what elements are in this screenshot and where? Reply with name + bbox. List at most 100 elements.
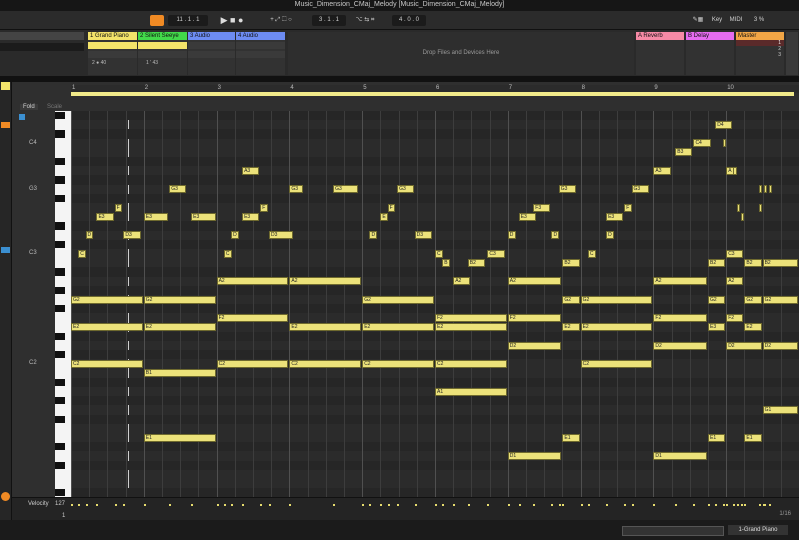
midi-note[interactable]: D — [85, 231, 94, 240]
midi-note[interactable] — [758, 185, 762, 194]
return-reverb[interactable]: A Reverb — [636, 32, 684, 75]
midi-note[interactable]: F2 — [726, 314, 744, 322]
velocity-marker[interactable] — [114, 504, 117, 506]
midi-note[interactable]: C2 — [580, 360, 653, 368]
song-position[interactable]: 11 . 1 . 1 — [168, 15, 208, 26]
midi-note[interactable]: C — [223, 249, 232, 258]
midi-note[interactable]: G2 — [143, 295, 216, 304]
clip-slot[interactable] — [236, 51, 285, 58]
midi-note[interactable]: B2 — [762, 258, 798, 267]
note-grid[interactable]: D4 C4 B3 A3 A3 A G3 G3 G3 G3 G3 G3 F F F F3 F E3 E3 E3 E3 E E3… — [71, 111, 799, 497]
midi-note[interactable]: C2 — [289, 360, 362, 368]
piano-keys[interactable] — [55, 111, 71, 497]
track-title[interactable]: 1 Grand Piano — [88, 32, 137, 40]
midi-note[interactable]: F2 — [507, 314, 562, 322]
velocity-marker[interactable] — [96, 504, 99, 506]
clip-slot[interactable] — [138, 42, 187, 49]
midi-note[interactable]: C4 — [693, 139, 711, 148]
midi-note[interactable]: D — [606, 231, 614, 240]
velocity-marker[interactable] — [580, 504, 583, 506]
black-key[interactable] — [55, 489, 65, 497]
return-delay[interactable]: B Delay — [686, 32, 734, 75]
midi-note[interactable]: G3 — [289, 185, 303, 194]
midi-note[interactable]: D3 — [123, 231, 141, 240]
velocity-marker[interactable] — [487, 504, 490, 506]
browser-field[interactable] — [0, 43, 84, 51]
black-key[interactable] — [55, 397, 65, 405]
black-key[interactable] — [55, 461, 65, 469]
velocity-marker[interactable] — [216, 504, 219, 506]
track-audio-4[interactable]: 4 Audio — [236, 32, 285, 75]
velocity-marker[interactable] — [380, 504, 383, 506]
midi-note[interactable]: E1 — [562, 433, 580, 442]
velocity-marker[interactable] — [85, 504, 88, 506]
track-title[interactable]: A Reverb — [636, 32, 684, 40]
loop-start[interactable]: 3 . 1 . 1 — [312, 15, 346, 26]
midi-note[interactable]: G2 — [580, 295, 653, 304]
midi-note[interactable]: C2 — [216, 360, 289, 368]
midi-note[interactable]: A3 — [653, 166, 671, 175]
velocity-marker[interactable] — [693, 504, 696, 506]
midi-note[interactable]: G2 — [71, 295, 143, 304]
velocity-marker[interactable] — [624, 504, 627, 506]
midi-note[interactable]: G3 — [333, 185, 358, 194]
midi-note[interactable]: D2 — [726, 341, 762, 350]
midi-note[interactable]: D — [231, 231, 239, 240]
velocity-marker[interactable] — [715, 504, 718, 506]
black-key[interactable] — [55, 176, 65, 184]
midi-note[interactable]: E1 — [744, 433, 762, 442]
midi-note[interactable]: B3 — [675, 148, 693, 157]
draw-tools[interactable]: + ⤢ ⬚ ○ — [256, 15, 306, 26]
clip-color-swatch[interactable] — [1, 82, 10, 90]
velocity-marker[interactable] — [260, 504, 263, 506]
midi-note[interactable]: C3 — [726, 249, 744, 258]
midi-note[interactable]: A1 — [435, 387, 507, 396]
scale-button[interactable]: Scale — [44, 104, 65, 110]
midi-note[interactable]: G1 — [762, 406, 798, 414]
midi-note[interactable]: E2 — [435, 323, 507, 332]
master-track[interactable]: Master 1 2 3 — [736, 32, 784, 75]
velocity-marker[interactable] — [769, 504, 772, 506]
track-audio-3[interactable]: 3 Audio — [188, 32, 235, 75]
midi-note[interactable]: G2 — [562, 295, 580, 304]
velocity-marker[interactable] — [143, 504, 146, 506]
velocity-marker[interactable] — [631, 504, 634, 506]
clip-slot[interactable] — [138, 51, 187, 58]
black-key[interactable] — [55, 305, 65, 313]
velocity-marker[interactable] — [708, 504, 710, 506]
midi-note[interactable]: G2 — [744, 295, 762, 304]
velocity-marker[interactable] — [467, 504, 470, 506]
velocity-marker[interactable] — [737, 504, 740, 506]
fold-button[interactable]: Fold — [20, 104, 38, 110]
midi-note[interactable]: F2 — [653, 314, 707, 322]
midi-note[interactable]: E3 — [708, 323, 726, 332]
velocity-marker[interactable] — [387, 504, 390, 506]
clip-slot[interactable] — [188, 51, 235, 58]
midi-note[interactable]: E2 — [744, 323, 762, 332]
midi-note[interactable]: E2 — [71, 323, 143, 332]
velocity-marker[interactable] — [289, 504, 292, 506]
midi-note[interactable]: E2 — [143, 323, 216, 332]
midi-note[interactable]: E3 — [606, 212, 624, 221]
midi-note[interactable]: E3 — [143, 212, 169, 221]
midi-note[interactable]: B2 — [562, 258, 580, 267]
black-key[interactable] — [55, 332, 65, 340]
scene-3[interactable]: 3 — [736, 52, 784, 58]
midi-note[interactable]: E2 — [562, 323, 580, 332]
velocity-marker[interactable] — [733, 504, 736, 506]
browser-search[interactable] — [0, 32, 84, 40]
midi-note[interactable]: A2 — [453, 277, 471, 286]
midi-note[interactable]: C3 — [487, 249, 505, 258]
midi-note[interactable]: D2 — [507, 341, 562, 350]
velocity-marker[interactable] — [435, 504, 437, 506]
velocity-marker[interactable] — [558, 504, 561, 506]
velocity-marker[interactable] — [726, 504, 729, 506]
velocity-marker[interactable] — [269, 504, 272, 506]
midi-note[interactable]: C — [435, 249, 443, 258]
velocity-marker[interactable] — [71, 504, 73, 506]
black-key[interactable] — [55, 351, 65, 359]
track-title[interactable]: 3 Audio — [188, 32, 235, 40]
midi-note[interactable] — [737, 203, 741, 212]
midi-note[interactable]: C2 — [435, 360, 507, 368]
record-icon[interactable] — [1, 492, 10, 501]
